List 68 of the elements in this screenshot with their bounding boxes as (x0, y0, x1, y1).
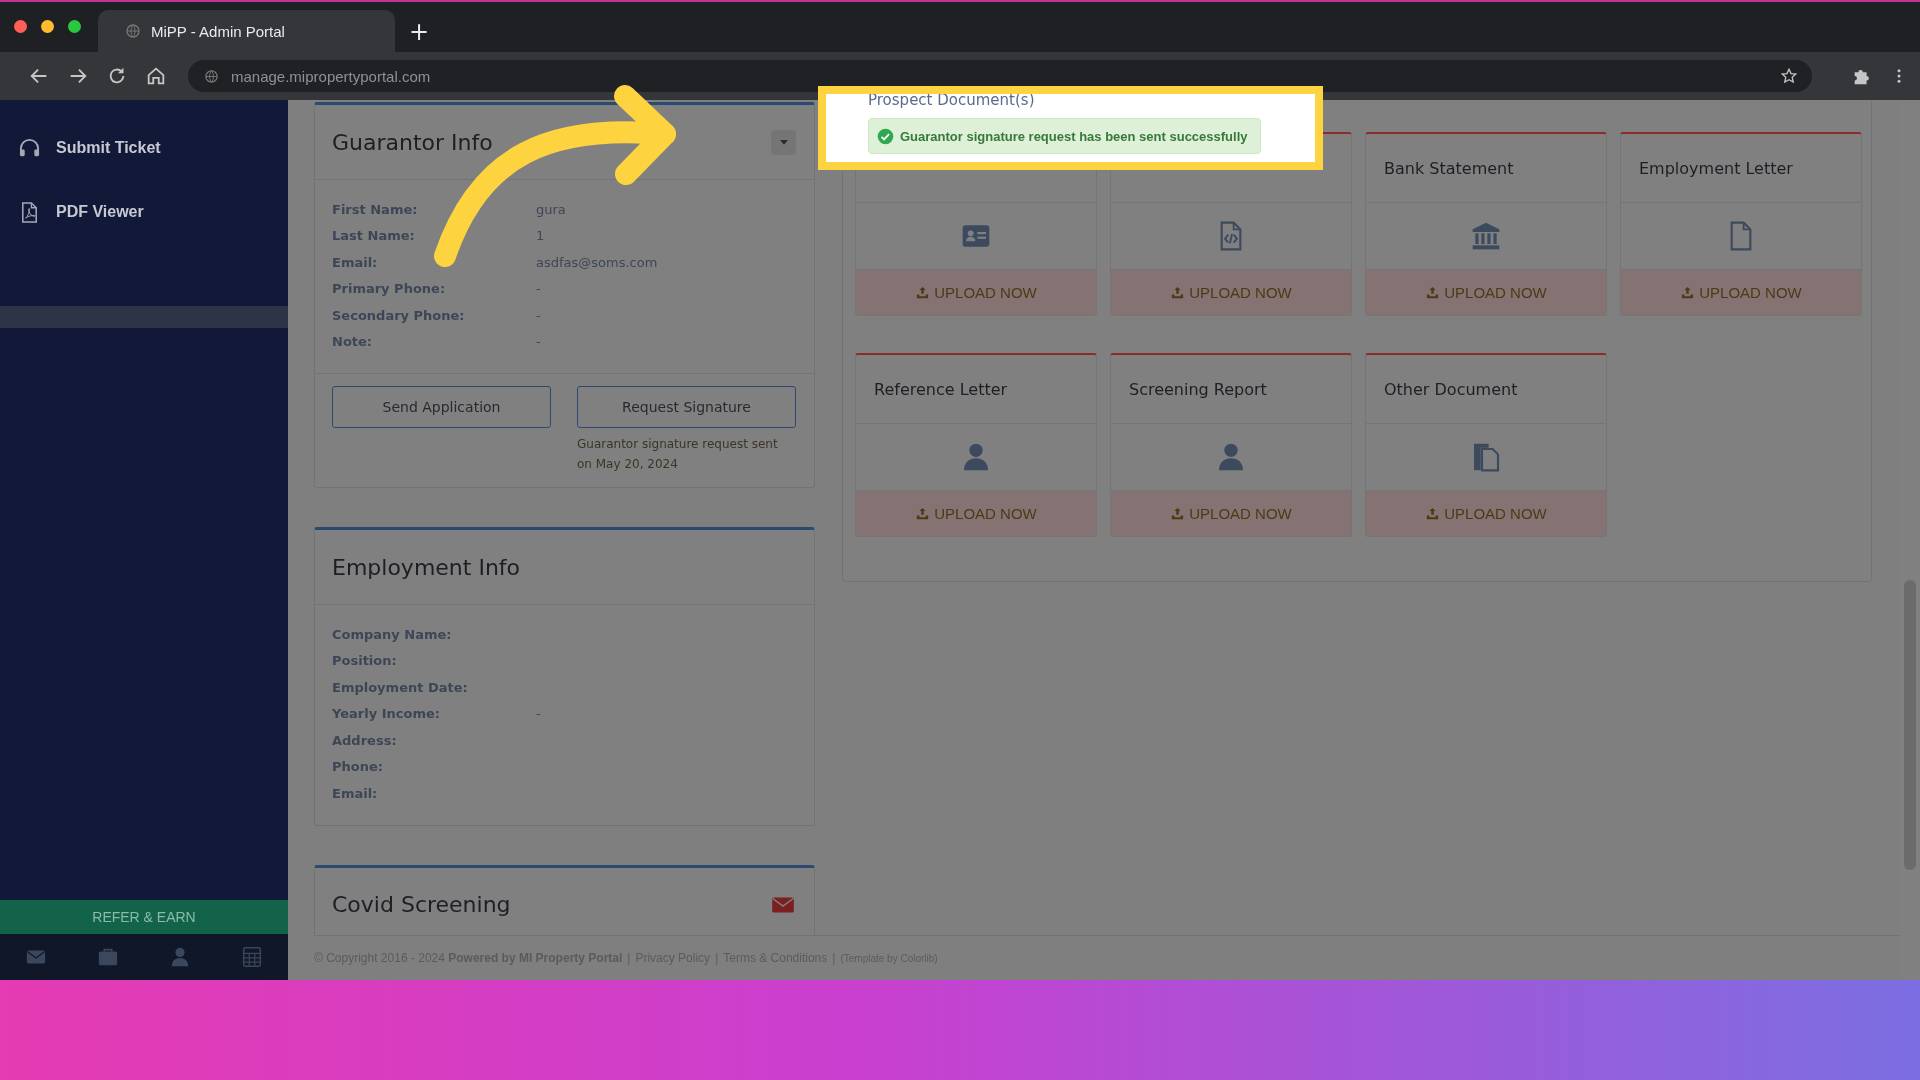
field-label: Primary Phone: (332, 281, 447, 297)
field-value: asdfas@soms.com (536, 254, 658, 270)
check-circle-icon (877, 127, 894, 145)
field-value: gura (536, 201, 566, 217)
close-window-button[interactable] (14, 20, 27, 33)
upload-now-button[interactable]: UPLOAD NOW (1111, 491, 1351, 536)
upload-icon (1170, 285, 1186, 300)
upload-now-button[interactable]: UPLOAD NOW (1366, 270, 1606, 315)
bookmark-star-icon[interactable] (1780, 67, 1798, 85)
upload-now-button[interactable]: UPLOAD NOW (856, 270, 1096, 315)
section-heading: Prospect Document(s) (868, 94, 1035, 109)
globe-icon (204, 68, 219, 84)
field-value: - (536, 706, 541, 722)
field-label: Company Name: (332, 626, 453, 642)
field-label: Last Name: (332, 228, 416, 244)
tab-title: MiPP - Admin Portal (151, 22, 285, 40)
card-title: Covid Screening (332, 892, 511, 917)
upload-now-button[interactable]: UPLOAD NOW (856, 491, 1096, 536)
field-label: First Name: (332, 201, 419, 217)
outline-button[interactable]: Request Signature (577, 386, 796, 428)
upload-now-button[interactable]: UPLOAD NOW (1111, 270, 1351, 315)
field-label: Phone: (332, 759, 384, 775)
upload-now-button[interactable]: UPLOAD NOW (1621, 270, 1861, 315)
upload-icon (1170, 506, 1186, 521)
field-value: - (536, 334, 541, 350)
document-title: Other Document (1366, 355, 1606, 424)
field-label: Secondary Phone: (332, 307, 466, 323)
maximize-window-button[interactable] (68, 20, 81, 33)
document-title: Bank Statement (1366, 134, 1606, 203)
address-bar[interactable]: manage.mipropertyportal.com (188, 60, 1812, 92)
signature-note: Guarantor signature request sent on May 20, 2024 (577, 436, 779, 473)
field-label: Email: (332, 785, 379, 801)
browser-tab[interactable]: MiPP - Admin Portal (98, 10, 395, 52)
upload-now-button[interactable]: UPLOAD NOW (1366, 491, 1606, 536)
separator-text: | (832, 951, 836, 965)
separator-text: | (627, 951, 631, 965)
url-text: manage.mipropertyportal.com (231, 67, 432, 85)
field-value: - (536, 307, 541, 323)
separator-text: | (715, 951, 719, 965)
document-title: Reference Letter (856, 355, 1096, 424)
bank-icon (1470, 220, 1502, 252)
sidebar-item[interactable]: Submit Ticket (0, 134, 288, 162)
field-label: Yearly Income: (332, 706, 441, 722)
upload-icon (1425, 285, 1441, 300)
card-title: Guarantor Info (332, 129, 493, 155)
new-tab-button[interactable]: + (409, 20, 430, 44)
upload-icon (1680, 285, 1696, 300)
card-title: Employment Info (332, 554, 521, 580)
collapse-toggle-button[interactable] (771, 129, 796, 155)
field-label: Employment Date: (332, 679, 469, 695)
upload-icon (915, 285, 931, 300)
upload-icon (1425, 506, 1441, 521)
sidebar-item[interactable]: PDF Viewer (0, 198, 288, 226)
toast-message: Guarantor signature request has been sent successfully (900, 128, 1248, 144)
field-label: Email: (332, 254, 379, 270)
field-label: Address: (332, 732, 398, 748)
globe-icon (125, 23, 141, 39)
field-value: 1 (536, 228, 545, 244)
outline-button[interactable]: Send Application (332, 386, 551, 428)
home-icon[interactable] (145, 65, 167, 87)
document-title: Employment Letter (1621, 134, 1861, 203)
field-label: Position: (332, 653, 398, 669)
refer-earn-button[interactable]: REFER & EARN (0, 900, 288, 934)
field-label: Note: (332, 334, 374, 350)
upload-icon (915, 506, 931, 521)
minimize-window-button[interactable] (41, 20, 54, 33)
document-title: Screening Report (1111, 355, 1351, 424)
field-value: - (536, 281, 541, 297)
